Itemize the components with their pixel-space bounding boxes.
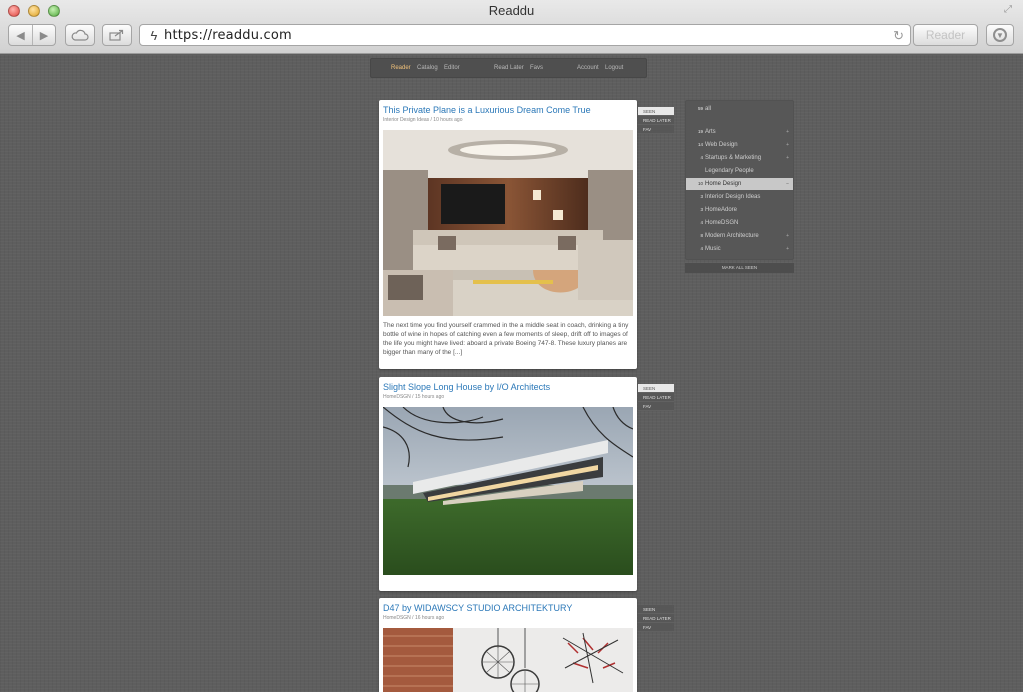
address-bar[interactable]: ϟ https://readdu.com ↻ — [139, 24, 911, 46]
nav-editor[interactable]: Editor — [444, 65, 460, 71]
sidebar-item-label: Home Design — [705, 181, 742, 187]
sidebar-item-modern-architecture[interactable]: 8 Modern Architecture + — [686, 230, 793, 242]
browser-titlebar: Readdu ⤢ ◀ ▶ ϟ https://readdu.com ↻ Read… — [0, 0, 1023, 54]
unread-count: 59 — [697, 106, 703, 111]
sidebar-item-legendary-people[interactable]: Legendary People — [686, 165, 793, 177]
read-later-button[interactable]: READ LATER — [638, 116, 674, 125]
read-later-button[interactable]: READ LATER — [638, 614, 674, 623]
sidebar-item-label: Interior Design Ideas — [705, 194, 761, 200]
expand-icon[interactable]: + — [786, 139, 789, 151]
sidebar-item-all[interactable]: 59 all — [686, 103, 793, 115]
fav-button[interactable]: FAV — [638, 623, 674, 632]
sidebar-item-label: Music — [705, 246, 721, 252]
downloads-button[interactable]: ▼ — [986, 24, 1014, 46]
site-favicon-icon: ϟ — [150, 27, 158, 43]
sidebar-item-homeadore[interactable]: 3 HomeAdore — [686, 204, 793, 216]
reader-button[interactable]: Reader — [913, 24, 978, 46]
seen-button[interactable]: SEEN — [638, 107, 674, 116]
share-button[interactable] — [102, 24, 132, 46]
article-meta: HomeDSGN / 16 hours ago — [383, 615, 445, 621]
nav-account[interactable]: Account — [577, 65, 599, 71]
article-actions: SEEN READ LATER FAV — [638, 107, 674, 134]
sidebar-item-music[interactable]: 4 Music + — [686, 243, 793, 255]
sidebar-item-homedsgn[interactable]: 4 HomeDSGN — [686, 217, 793, 229]
sidebar-item-web-design[interactable]: 14 Web Design + — [686, 139, 793, 151]
unread-count: 4 — [700, 220, 703, 225]
fullscreen-icon[interactable]: ⤢ — [1004, 4, 1016, 16]
share-icon — [109, 29, 124, 41]
sidebar-item-label: Legendary People — [705, 168, 754, 174]
article-title[interactable]: D47 by WIDAWSCY STUDIO ARCHITEKTURY — [383, 603, 572, 613]
sidebar-item-label: all — [705, 106, 712, 112]
sidebar-item-label: HomeDSGN — [705, 220, 739, 226]
nav-reader[interactable]: Reader — [391, 65, 411, 71]
seen-button[interactable]: SEEN — [638, 384, 674, 393]
sidebar-item-interior-design-ideas[interactable]: 3 Interior Design Ideas — [686, 191, 793, 203]
collapse-icon[interactable]: − — [786, 178, 789, 190]
mark-all-seen-button[interactable]: MARK ALL SEEN — [685, 263, 794, 273]
unread-count: 3 — [700, 194, 703, 199]
article-title[interactable]: Slight Slope Long House by I/O Architect… — [383, 382, 550, 392]
url-text[interactable]: https://readdu.com — [164, 28, 292, 43]
icloud-tabs-button[interactable] — [65, 24, 95, 46]
nav-read-later[interactable]: Read Later — [494, 65, 524, 71]
window-title: Readdu — [488, 3, 535, 18]
article-image[interactable] — [383, 628, 633, 692]
unread-count: 10 — [697, 181, 703, 186]
expand-icon[interactable]: + — [786, 243, 789, 255]
expand-icon[interactable]: + — [786, 230, 789, 242]
fav-button[interactable]: FAV — [638, 125, 674, 134]
category-sidebar: 59 all 19 Arts + 14 Web Design + 4 Start… — [685, 100, 794, 260]
article-excerpt: The next time you find yourself crammed … — [383, 322, 629, 356]
sidebar-item-label: Web Design — [705, 142, 738, 148]
article-title[interactable]: This Private Plane is a Luxurious Dream … — [383, 105, 591, 115]
article-image[interactable] — [383, 407, 633, 575]
nav-catalog[interactable]: Catalog — [417, 65, 438, 71]
unread-count: 3 — [700, 207, 703, 212]
sidebar-item-label: Modern Architecture — [705, 233, 759, 239]
sidebar-item-label: HomeAdore — [705, 207, 738, 213]
article-actions: SEEN READ LATER FAV — [638, 605, 674, 632]
article-card: This Private Plane is a Luxurious Dream … — [379, 100, 637, 369]
unread-count: 8 — [700, 233, 703, 238]
top-navigation: Reader Catalog Editor Read Later Favs Ac… — [370, 58, 647, 78]
back-arrow-icon[interactable]: ◀ — [9, 25, 32, 45]
back-forward-group: ◀ ▶ — [8, 24, 56, 46]
forward-arrow-icon[interactable]: ▶ — [31, 25, 55, 45]
sidebar-item-arts[interactable]: 19 Arts + — [686, 126, 793, 138]
article-card: Slight Slope Long House by I/O Architect… — [379, 377, 637, 591]
expand-icon[interactable]: + — [786, 152, 789, 164]
sidebar-item-home-design[interactable]: 10 Home Design − — [686, 178, 793, 190]
reload-icon[interactable]: ↻ — [893, 28, 904, 44]
article-actions: SEEN READ LATER FAV — [638, 384, 674, 411]
unread-count: 19 — [697, 129, 703, 134]
unread-count: 14 — [697, 142, 703, 147]
nav-logout[interactable]: Logout — [605, 65, 623, 71]
fav-button[interactable]: FAV — [638, 402, 674, 411]
seen-button[interactable]: SEEN — [638, 605, 674, 614]
page-content: Reader Catalog Editor Read Later Favs Ac… — [0, 55, 1023, 692]
read-later-button[interactable]: READ LATER — [638, 393, 674, 402]
unread-count: 4 — [700, 155, 703, 160]
nav-favs[interactable]: Favs — [530, 65, 543, 71]
unread-count: 4 — [700, 246, 703, 251]
article-meta: Interior Design Ideas / 10 hours ago — [383, 117, 463, 123]
sidebar-item-startups-marketing[interactable]: 4 Startups & Marketing + — [686, 152, 793, 164]
expand-icon[interactable]: + — [786, 126, 789, 138]
article-image[interactable] — [383, 130, 633, 316]
sidebar-item-label: Arts — [705, 129, 716, 135]
article-meta: HomeDSGN / 15 hours ago — [383, 394, 445, 400]
download-icon: ▼ — [993, 28, 1007, 42]
cloud-icon — [71, 29, 89, 41]
article-card: D47 by WIDAWSCY STUDIO ARCHITEKTURY Home… — [379, 598, 637, 692]
sidebar-item-label: Startups & Marketing — [705, 155, 762, 161]
